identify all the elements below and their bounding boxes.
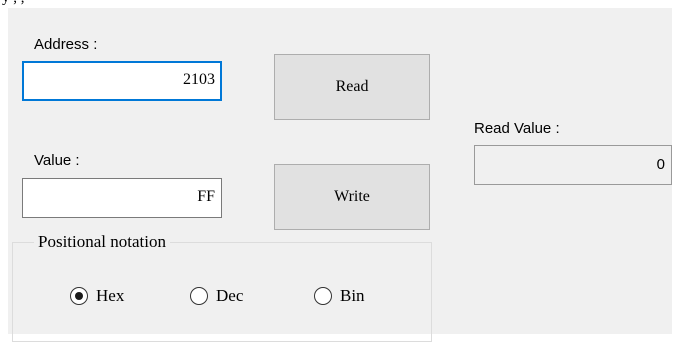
read-button[interactable]: Read (274, 54, 430, 120)
radio-checked-icon (70, 287, 88, 305)
radio-unchecked-icon (190, 287, 208, 305)
address-input[interactable]: 2103 (22, 61, 222, 101)
positional-notation-title: Positional notation (34, 232, 170, 252)
radio-dec-label: Dec (216, 286, 244, 305)
read-value-label: Read Value : (474, 120, 560, 137)
radio-bin[interactable]: Bin (314, 286, 365, 306)
value-label: Value : (34, 152, 80, 169)
radio-hex[interactable]: Hex (70, 286, 124, 306)
radio-unchecked-icon (314, 287, 332, 305)
address-label: Address : (34, 36, 98, 53)
radio-hex-label: Hex (96, 286, 125, 305)
value-input[interactable]: FF (22, 178, 222, 218)
radio-dec[interactable]: Dec (190, 286, 243, 306)
read-value-field: 0 (474, 145, 672, 185)
write-button[interactable]: Write (274, 164, 430, 230)
radio-bin-label: Bin (340, 286, 365, 305)
clipped-text-top: y , , (0, 0, 681, 6)
